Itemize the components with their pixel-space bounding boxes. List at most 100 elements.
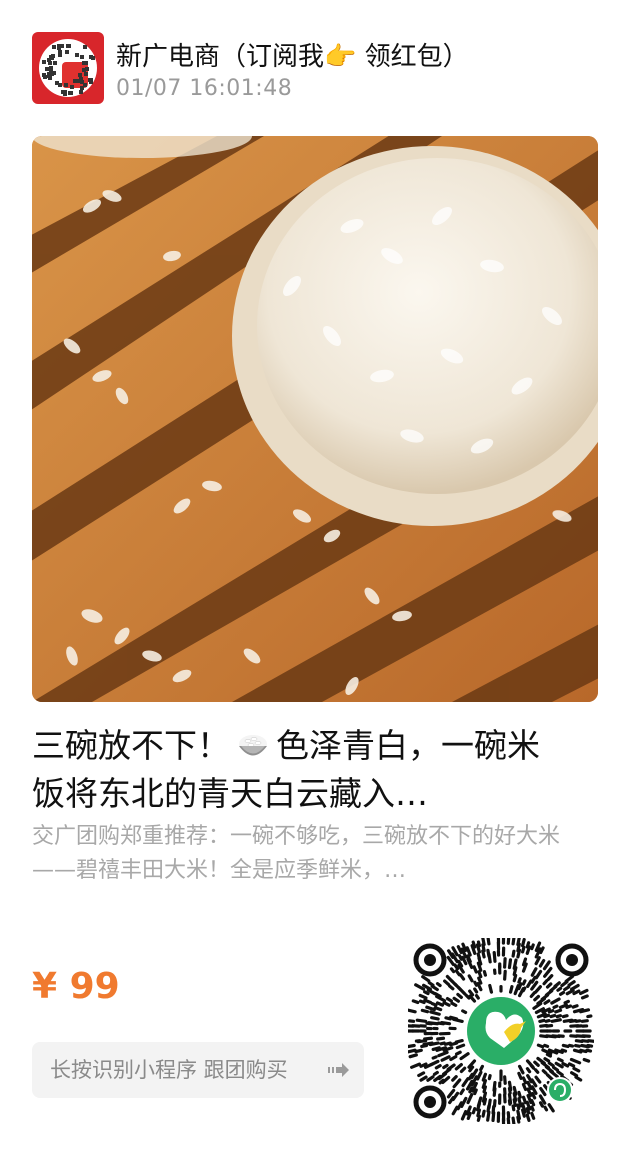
qr-module	[573, 1043, 581, 1048]
qr-module	[533, 994, 541, 1002]
qr-module	[425, 1005, 436, 1012]
qr-module	[439, 1041, 446, 1046]
qr-module	[450, 1001, 458, 1007]
qr-module	[545, 982, 553, 989]
product-description: 交广团购郑重推荐：一碗不够吃，三碗放不下的好大米——碧禧丰田大米！全是应季鲜米，…	[32, 824, 561, 883]
qr-module	[567, 1062, 576, 1068]
qr-module	[544, 1018, 551, 1023]
qr-module	[442, 1001, 451, 1007]
avatar-qr-dot	[78, 73, 83, 78]
qr-module	[543, 1043, 550, 1049]
mini-program-code-icon[interactable]	[408, 938, 594, 1124]
qr-module	[471, 1107, 477, 1115]
qr-module	[511, 1104, 516, 1112]
qr-module	[516, 1115, 521, 1124]
qr-module	[507, 958, 513, 970]
qr-module	[571, 1004, 579, 1009]
qr-module	[570, 983, 580, 991]
qr-module	[549, 1069, 559, 1079]
qr-module	[545, 1052, 553, 1058]
avatar-qr-dot	[81, 68, 86, 73]
qr-module	[543, 1105, 549, 1112]
account-name[interactable]: 新广电商（订阅我👉 领红包）	[116, 36, 469, 73]
qr-module	[473, 1088, 478, 1096]
avatar-qr-dot	[83, 83, 88, 88]
qr-module	[451, 1105, 459, 1116]
qr-module	[456, 992, 463, 999]
post-header: 新广电商（订阅我👉 领红包） 01/07 16:01:48	[32, 32, 602, 106]
qr-module	[512, 973, 518, 983]
qr-module	[541, 1069, 548, 1075]
qr-module	[454, 1050, 462, 1056]
qr-module	[445, 996, 453, 1003]
qr-module	[454, 1063, 463, 1071]
qr-module	[415, 1018, 428, 1023]
qr-module	[411, 999, 420, 1005]
qr-module	[530, 1111, 536, 1120]
qr-module	[486, 948, 491, 958]
qr-module	[586, 1014, 593, 1019]
avatar-qr-dot	[48, 55, 53, 60]
qr-module	[578, 988, 589, 996]
qr-module	[556, 986, 563, 992]
rice-bowl-photo	[32, 136, 598, 702]
qr-module	[452, 1078, 462, 1089]
qr-module	[506, 1117, 511, 1124]
qr-module	[543, 999, 551, 1005]
qr-module	[517, 1071, 523, 1080]
qr-module	[511, 938, 516, 946]
qr-module	[503, 969, 507, 981]
qr-module	[574, 1075, 583, 1082]
post-timestamp: 01/07 16:01:48	[116, 76, 293, 101]
avatar-qr-dot	[82, 45, 87, 50]
qr-module	[538, 958, 546, 968]
qr-module	[560, 1048, 568, 1053]
qr-module	[533, 985, 542, 994]
qr-module	[452, 996, 460, 1003]
qr-module	[511, 949, 516, 958]
qr-module	[572, 1066, 581, 1073]
qr-module	[448, 1096, 455, 1105]
qr-module	[539, 1087, 547, 1097]
qr-module	[554, 1061, 564, 1069]
qr-module	[580, 1019, 589, 1023]
qr-module	[455, 1043, 466, 1050]
qr-module	[582, 1057, 591, 1063]
qr-module	[459, 1052, 470, 1061]
product-image[interactable]	[32, 136, 598, 702]
avatar-qr-dot	[52, 61, 57, 66]
qr-module	[449, 967, 456, 974]
avatar-qr-dot	[88, 80, 93, 85]
qr-module	[516, 938, 521, 947]
qr-module	[563, 985, 571, 992]
qr-module	[565, 1004, 573, 1009]
qr-module	[543, 1057, 551, 1063]
account-avatar[interactable]	[32, 32, 104, 104]
title-part-3: 饭将东北的青天白云藏入…	[32, 774, 428, 813]
qr-module	[438, 1078, 445, 1085]
qr-module	[521, 979, 527, 986]
qr-module	[448, 984, 455, 991]
qr-module	[446, 1088, 456, 1099]
qr-module	[476, 1070, 483, 1081]
product-title[interactable]: 三碗放不下！ 色泽青白，一碗米 饭将东北的青天白云藏入…	[32, 722, 598, 818]
qr-module	[408, 1008, 417, 1014]
qr-module	[431, 1046, 441, 1051]
qr-module	[408, 1053, 418, 1059]
qr-module	[561, 1043, 570, 1049]
qr-module	[585, 1048, 593, 1053]
qr-module	[530, 975, 537, 984]
avatar-qr-dot	[63, 92, 68, 97]
qr-module	[434, 1064, 442, 1070]
qr-module	[466, 1111, 472, 1120]
qr-module	[534, 956, 541, 966]
qr-module	[579, 1048, 588, 1054]
qr-module	[556, 1057, 564, 1063]
qr-module	[547, 1103, 555, 1113]
qr-module	[549, 1013, 557, 1019]
qr-module	[521, 1076, 528, 1085]
follow-purchase-button[interactable]: 长按识别小程序 跟团购买	[32, 1042, 364, 1098]
qr-module	[417, 1071, 426, 1078]
rice-bowl-icon	[239, 735, 267, 756]
qr-module	[521, 938, 526, 948]
